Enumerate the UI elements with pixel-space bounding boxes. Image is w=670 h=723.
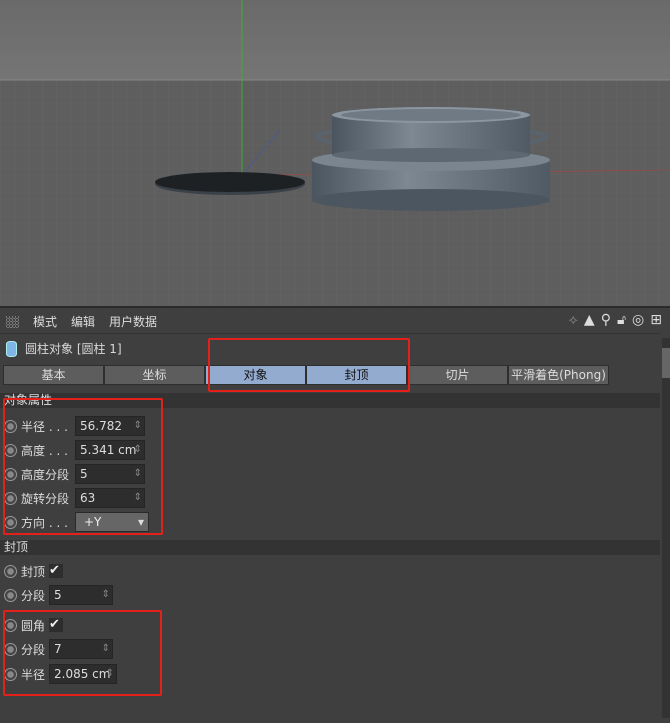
check-icon: ✔ [49, 563, 60, 578]
height-segments-field[interactable]: 5 [75, 464, 145, 484]
scrollbar[interactable] [662, 338, 670, 718]
caps-label: 封顶 [21, 564, 46, 579]
cap-segments-field[interactable]: 5 [49, 585, 114, 605]
animate-radio[interactable] [4, 491, 17, 505]
object-title: 圆柱对象 [圆柱 1] [25, 342, 122, 356]
menu-edit[interactable]: 编辑 [71, 313, 95, 330]
cylinder-object [312, 107, 550, 211]
animate-radio[interactable] [4, 667, 17, 681]
target-icon[interactable]: ◎ [632, 312, 644, 328]
check-icon: ✔ [49, 617, 60, 632]
row-fillet-segments: 分段 7 [4, 638, 114, 660]
disc-object [155, 172, 305, 195]
tab-basic[interactable]: 基本 [3, 365, 104, 385]
animate-radio[interactable] [4, 642, 17, 656]
fillet-radius-field[interactable]: 2.085 cm [49, 664, 118, 684]
3d-viewport[interactable] [0, 0, 670, 306]
height-field[interactable]: 5.341 cm [75, 440, 145, 460]
toolbar-icons: ⟡ ▲ ⚲ 🔓︎ ◎ ⊞ [569, 312, 662, 328]
row-radius: 半径 . . . 56.782 cm [4, 415, 145, 451]
fillet-label: 圆角 [21, 618, 46, 633]
tab-bar: 基本 坐标 对象 封顶 切片 平滑着色(Phong) [3, 365, 609, 385]
height-label: 高度 . . . [21, 443, 68, 458]
height-segments-label: 高度分段 [21, 467, 70, 482]
row-caps: 封顶 ✔ [4, 560, 64, 582]
animate-radio[interactable] [4, 588, 17, 602]
grid-grip-icon[interactable] [6, 315, 19, 328]
orientation-dropdown[interactable]: +Y [75, 512, 149, 532]
radius-field[interactable]: 56.782 cm [75, 416, 145, 451]
tab-object[interactable]: 对象 [205, 365, 306, 385]
caps-checkbox[interactable]: ✔ [49, 563, 64, 578]
tab-phong[interactable]: 平滑着色(Phong) [508, 365, 609, 385]
animate-radio[interactable] [4, 618, 17, 632]
section-object-props: 对象属性 [0, 393, 660, 408]
fillet-segments-label: 分段 [21, 642, 46, 657]
animate-radio[interactable] [4, 564, 17, 578]
lock-icon[interactable]: 🔓︎ [617, 312, 626, 328]
tab-caps[interactable]: 封顶 [306, 365, 407, 385]
tab-coord[interactable]: 坐标 [104, 365, 205, 385]
cap-segments-label: 分段 [21, 588, 46, 603]
search-icon[interactable]: ⚲ [601, 312, 611, 328]
orientation-label: 方向 . . . [21, 515, 68, 530]
arrow-up-icon[interactable]: ▲ [584, 312, 595, 328]
scrollbar-thumb[interactable] [662, 348, 670, 378]
add-icon[interactable]: ⊞ [650, 312, 662, 328]
animate-radio[interactable] [4, 515, 17, 529]
row-cap-segments: 分段 5 [4, 584, 114, 606]
row-height: 高度 . . . 5.341 cm [4, 439, 145, 461]
tab-slice[interactable]: 切片 [407, 365, 508, 385]
fillet-radius-label: 半径 [21, 667, 46, 682]
fillet-segments-field[interactable]: 7 [49, 639, 114, 659]
radius-label: 半径 . . . [21, 419, 68, 434]
axis-icon[interactable]: ⟡ [569, 312, 578, 328]
row-height-segments: 高度分段 5 [4, 463, 145, 485]
cylinder-icon [6, 340, 17, 357]
row-rotation-segments: 旋转分段 63 [4, 487, 145, 509]
row-fillet-radius: 半径 2.085 cm [4, 663, 118, 685]
animate-radio[interactable] [4, 467, 17, 481]
object-header: 圆柱对象 [圆柱 1] [6, 340, 122, 357]
row-fillet: 圆角 ✔ [4, 614, 64, 636]
row-orientation: 方向 . . . +Y [4, 511, 149, 533]
attribute-menubar: 模式 编辑 用户数据 [0, 310, 660, 334]
menu-mode[interactable]: 模式 [33, 313, 57, 330]
rotation-segments-field[interactable]: 63 [75, 488, 145, 508]
section-caps: 封顶 [0, 540, 660, 555]
viewport-scene [0, 0, 670, 306]
attribute-manager: 模式 编辑 用户数据 ⟡ ▲ ⚲ 🔓︎ ◎ ⊞ 圆柱对象 [圆柱 1] 基本 坐… [0, 306, 670, 723]
menu-user-data[interactable]: 用户数据 [109, 313, 157, 330]
fillet-checkbox[interactable]: ✔ [49, 617, 64, 632]
animate-radio[interactable] [4, 443, 17, 457]
animate-radio[interactable] [4, 419, 17, 433]
rotation-segments-label: 旋转分段 [21, 491, 70, 506]
